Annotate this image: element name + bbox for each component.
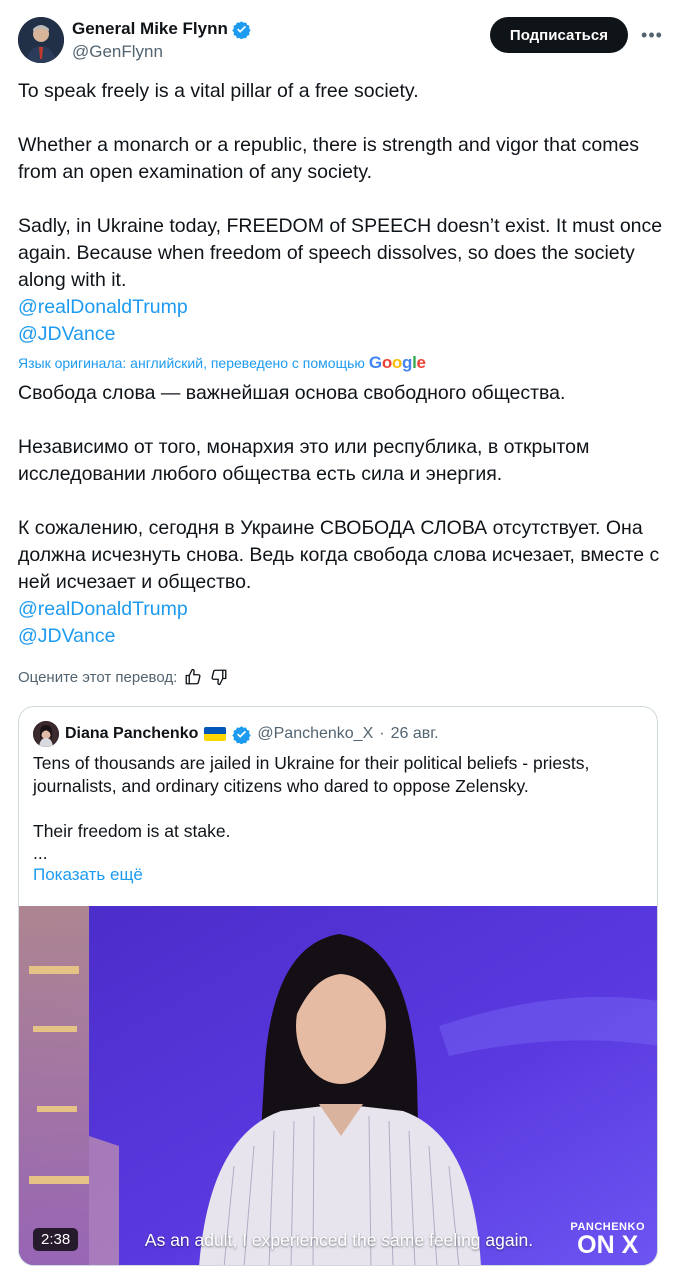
quoted-tweet-card[interactable]: Diana Panchenko @Panchenko_X · 26 авг. T…: [18, 706, 658, 1266]
original-paragraph-3: Sadly, in Ukraine today, FREEDOM of SPEE…: [18, 215, 663, 291]
translated-paragraph-2: Независимо от того, монархия это или рес…: [18, 436, 590, 485]
translation-note-text[interactable]: Язык оригинала: английский, переведено с…: [18, 355, 365, 371]
quoted-tweet-text: Tens of thousands are jailed in Ukraine …: [33, 752, 643, 865]
verified-badge-icon: [232, 20, 251, 39]
mention-link-vance[interactable]: @JDVance: [18, 321, 664, 348]
rate-translation: Оцените этот перевод:: [18, 667, 229, 687]
subscribe-button[interactable]: Подписаться: [489, 17, 628, 53]
video-subtitle: As an adult, I experienced the same feel…: [144, 1230, 534, 1250]
translated-paragraph-3: К сожалению, сегодня в Украине СВОБОДА С…: [18, 517, 660, 593]
original-paragraph-1: To speak freely is a vital pillar of a f…: [18, 80, 419, 102]
quoted-date[interactable]: 26 авг.: [391, 725, 439, 743]
tweet-translated-text: Свобода слова — важнейшая основа свободн…: [18, 380, 664, 650]
mention-link-trump[interactable]: @realDonaldTrump: [18, 294, 664, 321]
translation-note: Язык оригинала: английский, переведено с…: [18, 353, 426, 373]
quoted-author-handle[interactable]: @Panchenko_X: [257, 725, 373, 743]
ukraine-flag-icon: [204, 727, 227, 741]
translated-paragraph-1: Свобода слова — важнейшая основа свободн…: [18, 382, 566, 404]
quoted-text-2: Their freedom is at stake.: [33, 820, 231, 841]
author-block: General Mike Flynn @GenFlynn: [72, 19, 251, 62]
thumbs-down-icon[interactable]: [209, 667, 229, 687]
quoted-tweet-header: Diana Panchenko @Panchenko_X · 26 авг.: [33, 721, 439, 747]
author-handle[interactable]: @GenFlynn: [72, 42, 251, 62]
user-avatar-icon[interactable]: [18, 17, 64, 63]
quoted-author-name[interactable]: Diana Panchenko: [65, 725, 198, 743]
show-more-link[interactable]: Показать ещё: [33, 865, 143, 885]
more-options-icon[interactable]: •••: [640, 23, 664, 47]
separator-dot: ·: [379, 725, 385, 742]
video-player[interactable]: 2:38 As an adult, I experienced the same…: [19, 906, 657, 1265]
quoted-user-avatar[interactable]: [33, 721, 59, 747]
thumbs-up-icon[interactable]: [183, 667, 203, 687]
quoted-ellipsis: ...: [33, 843, 48, 863]
rate-translation-label: Оцените этот перевод:: [18, 668, 178, 686]
translated-mention-vance[interactable]: @JDVance: [18, 623, 664, 650]
tweet-header: General Mike Flynn @GenFlynn Подписаться…: [18, 17, 664, 65]
panchenko-on-x-logo: PANCHENKO ON X: [570, 1221, 645, 1259]
tweet-original-text: To speak freely is a vital pillar of a f…: [18, 78, 664, 348]
google-logo: Google: [368, 353, 426, 372]
video-frame: [19, 906, 657, 1265]
quoted-text-1: Tens of thousands are jailed in Ukraine …: [33, 753, 590, 796]
quoted-verified-badge-icon: [232, 725, 252, 744]
original-paragraph-2: Whether a monarch or a republic, there i…: [18, 134, 640, 183]
brand-bottom-text: ON X: [577, 1231, 639, 1259]
author-name[interactable]: General Mike Flynn: [72, 19, 228, 39]
translated-mention-trump[interactable]: @realDonaldTrump: [18, 596, 664, 623]
